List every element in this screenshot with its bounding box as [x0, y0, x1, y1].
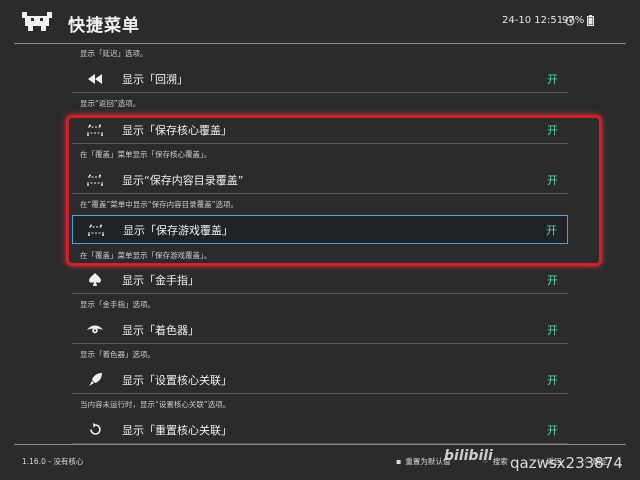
battery-status: 97% — [562, 15, 595, 26]
list-item-show-shaders[interactable]: 显示「着色器」 开 — [72, 316, 568, 344]
bilibili-watermark: bilibili — [444, 448, 493, 464]
rocket-icon — [84, 373, 106, 387]
item-label: 显示「设置核心关联」 — [122, 373, 232, 387]
toggle-value[interactable]: 开 — [547, 372, 558, 388]
item-description: 显示「延迟」选项。 — [80, 49, 148, 58]
eye-icon — [84, 323, 106, 337]
footer-divider — [14, 444, 626, 445]
item-description: 显示「金手指」选项。 — [80, 300, 155, 309]
rewind-icon — [84, 72, 106, 86]
toggle-value[interactable]: 开 — [547, 272, 558, 288]
search-label: 搜索 — [492, 457, 508, 466]
toggle-value[interactable]: 开 — [547, 71, 558, 87]
list-item-show-cheats[interactable]: 显示「金手指」 开 — [72, 266, 568, 294]
item-description: 显示「着色器」选项。 — [80, 350, 155, 359]
item-description: 当内容未运行时，显示“设置核心关联”选项。 — [80, 400, 231, 409]
toggle-value[interactable]: 开 — [547, 322, 558, 338]
uploader-watermark: qazwsx233874 — [510, 454, 623, 472]
item-label: 显示「金手指」 — [122, 273, 199, 287]
highlight-frame — [66, 115, 602, 266]
item-label: 显示「回溯」 — [122, 72, 188, 86]
list-item-show-rewind[interactable]: 显示「回溯」 开 — [72, 65, 568, 93]
battery-icon — [587, 15, 595, 26]
version-info: 1.16.0 - 没有核心 — [22, 457, 84, 466]
item-label: 显示「重置核心关联」 — [122, 423, 232, 437]
list-item-show-set-core-association[interactable]: 显示「设置核心关联」 开 — [72, 366, 568, 394]
spade-icon — [84, 273, 106, 287]
battery-percent: 97% — [562, 15, 585, 26]
list-item-show-reset-core-association[interactable]: 显示「重置核心关联」 开 — [72, 416, 568, 444]
item-label: 显示「着色器」 — [122, 323, 199, 337]
reset-icon — [84, 423, 106, 437]
header: 快捷菜单 24-10 12:51 97% — [0, 0, 640, 44]
page-title: 快捷菜单 — [68, 16, 140, 36]
clock-text: 24-10 12:51 — [502, 15, 564, 26]
retroarch-logo-icon — [22, 12, 52, 31]
reset-default-hint[interactable]: ▪ 重置为默认值 — [396, 456, 450, 467]
button-dot-icon: ▪ — [396, 457, 402, 466]
toggle-value[interactable]: 开 — [547, 422, 558, 438]
item-description: 显示“返回”选项。 — [80, 99, 141, 108]
